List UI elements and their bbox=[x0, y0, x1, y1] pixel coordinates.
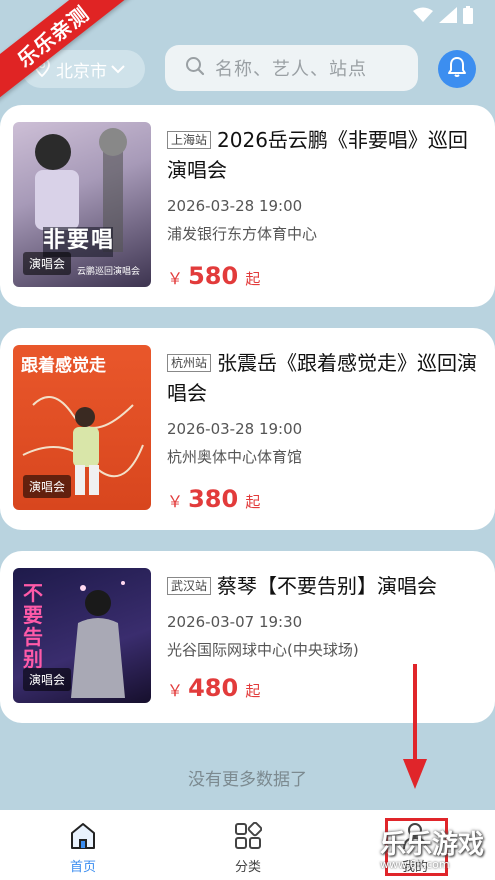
currency-symbol: ￥ bbox=[167, 492, 184, 511]
event-datetime: 2026-03-07 19:30 bbox=[167, 613, 303, 631]
price-value: 480 bbox=[188, 674, 239, 702]
category-tag: 演唱会 bbox=[23, 668, 72, 691]
event-poster: 跟着感觉走 演唱会 bbox=[13, 345, 151, 510]
event-title-text: 张震岳《跟着感觉走》巡回演唱会 bbox=[167, 351, 478, 405]
tab-label: 分类 bbox=[234, 860, 261, 875]
tab-label: 首页 bbox=[69, 860, 96, 875]
chevron-down-icon bbox=[111, 59, 125, 79]
event-card[interactable]: 跟着感觉走 演唱会 杭州站 张震岳《跟着感觉走》巡回演唱会 2026-03-28 … bbox=[0, 328, 495, 530]
notification-button[interactable] bbox=[438, 50, 476, 88]
brand-watermark: 乐乐游戏 www.6ll.com bbox=[380, 832, 495, 880]
home-icon bbox=[43, 820, 123, 852]
poster-title: 不要告别 bbox=[23, 581, 43, 671]
event-card[interactable]: 非要唱 云鹏巡回演唱会 演唱会 上海站 2026岳云鹏《非要唱》巡回演唱会 202… bbox=[0, 105, 495, 307]
station-badge: 武汉站 bbox=[167, 577, 212, 595]
tab-home[interactable]: 首页 bbox=[43, 820, 123, 875]
watermark-brand: 乐乐游戏 bbox=[380, 830, 485, 860]
price-suffix: 起 bbox=[245, 270, 261, 288]
event-poster: 非要唱 云鹏巡回演唱会 演唱会 bbox=[13, 122, 151, 287]
event-venue: 浦发银行东方体育中心 bbox=[167, 225, 318, 243]
bell-icon bbox=[447, 56, 467, 82]
event-title: 武汉站 蔡琴【不要告别】演唱会 bbox=[167, 571, 477, 601]
event-price: ￥ 380 起 bbox=[167, 485, 477, 513]
price-suffix: 起 bbox=[245, 682, 261, 700]
annotation-arrow-icon bbox=[403, 664, 427, 789]
wifi-icon bbox=[413, 7, 433, 27]
category-grid-icon bbox=[208, 820, 288, 852]
city-label: 北京市 bbox=[56, 61, 107, 82]
header: 北京市 名称、艺人、站点 bbox=[0, 40, 495, 100]
price-suffix: 起 bbox=[245, 493, 261, 511]
event-price: ￥ 480 起 bbox=[167, 674, 477, 702]
station-badge: 上海站 bbox=[167, 131, 212, 149]
battery-icon bbox=[463, 6, 473, 28]
search-icon bbox=[185, 56, 205, 81]
category-tag: 演唱会 bbox=[23, 252, 72, 275]
price-value: 380 bbox=[188, 485, 239, 513]
poster-title: 非要唱 bbox=[43, 228, 116, 253]
currency-symbol: ￥ bbox=[167, 681, 184, 700]
poster-subtitle: 云鹏巡回演唱会 bbox=[77, 267, 141, 277]
price-value: 580 bbox=[188, 262, 239, 290]
event-venue: 杭州奥体中心体育馆 bbox=[167, 448, 303, 466]
poster-title: 跟着感觉走 bbox=[21, 356, 106, 376]
event-price: ￥ 580 起 bbox=[167, 262, 477, 290]
watermark-url: www.6ll.com bbox=[380, 858, 450, 871]
event-venue: 光谷国际网球中心(中央球场) bbox=[167, 641, 359, 659]
event-datetime: 2026-03-28 19:00 bbox=[167, 197, 303, 215]
station-badge: 杭州站 bbox=[167, 354, 212, 372]
currency-symbol: ￥ bbox=[167, 269, 184, 288]
category-tag: 演唱会 bbox=[23, 475, 72, 498]
search-input[interactable]: 名称、艺人、站点 bbox=[165, 45, 418, 91]
signal-icon bbox=[439, 7, 457, 27]
search-placeholder: 名称、艺人、站点 bbox=[215, 59, 367, 80]
event-datetime: 2026-03-28 19:00 bbox=[167, 420, 303, 438]
event-title-text: 蔡琴【不要告别】演唱会 bbox=[217, 574, 438, 598]
tab-category[interactable]: 分类 bbox=[208, 820, 288, 875]
event-poster: 不要告别 演唱会 bbox=[13, 568, 151, 703]
event-title-text: 2026岳云鹏《非要唱》巡回演唱会 bbox=[167, 128, 468, 182]
event-title: 杭州站 张震岳《跟着感觉走》巡回演唱会 bbox=[167, 348, 477, 408]
event-title: 上海站 2026岳云鹏《非要唱》巡回演唱会 bbox=[167, 125, 477, 185]
